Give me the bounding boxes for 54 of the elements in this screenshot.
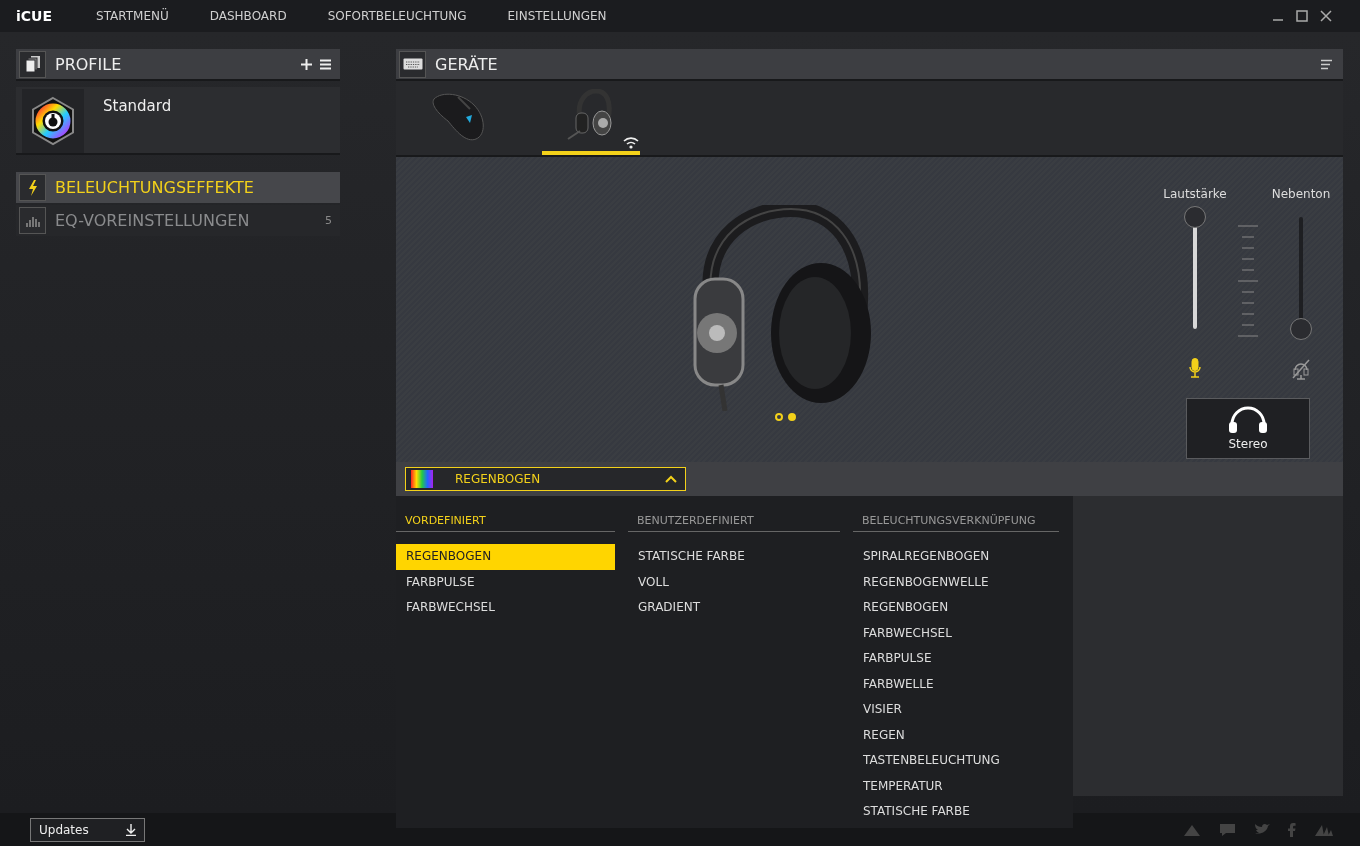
menu-item[interactable]: FARBPULSE [396,569,615,595]
menu-item[interactable]: STATISCHE FARBE [628,544,840,570]
lightning-icon [27,179,38,196]
nav-link[interactable]: STARTMENÜ [96,9,169,23]
caret-icon [665,475,677,483]
nav-link[interactable]: SOFORTBELEUCHTUNG [327,9,467,23]
section-tab[interactable]: BELEUCHTUNGSEFFEKTE [16,172,340,203]
keyboard-icon [399,50,426,78]
menu-item[interactable]: REGEN [853,722,1059,748]
add-icon[interactable] [300,57,313,71]
carousel-dot[interactable] [788,413,796,421]
slider-thumb[interactable] [1184,206,1206,228]
profile-card[interactable]: Standard [16,87,340,155]
close-icon[interactable] [1320,10,1332,22]
updates-button[interactable]: Updates [30,817,145,842]
menu-item[interactable]: FARBWECHSEL [396,595,615,621]
menu-item[interactable]: VISIER [853,697,1059,723]
profiles-title: PROFILE [55,54,123,74]
menu-item[interactable]: REGENBOGENWELLE [853,569,1059,595]
slider-thumb[interactable] [1290,318,1312,340]
menu-item[interactable]: REGENBOGEN [853,595,1059,621]
carousel-dot[interactable] [775,413,783,421]
menu-item[interactable]: REGENBOGEN [396,544,615,570]
menu-item[interactable]: FARBWECHSEL [853,620,1059,646]
slider-label: Nebenton [1271,187,1331,201]
menu-item[interactable]: STATISCHE FARBE [853,799,1059,825]
app-logo: iCUE [16,8,52,24]
menu-group-title: BELEUCHTUNGSVERKNÜPFUNG [853,510,1059,532]
menu-icon[interactable] [319,57,332,71]
menu-icon[interactable] [1320,58,1333,70]
devices-title: GERÄTE [435,54,499,74]
profiles-icon [19,50,46,78]
slider-label: Lautstärke [1163,187,1227,201]
menu-item[interactable]: TEMPERATUR [853,773,1059,799]
menu-item[interactable]: FARBPULSE [853,646,1059,672]
profile-name: Standard [103,97,172,117]
menu-item[interactable]: SPIRALREGENBOGEN [853,544,1059,570]
stereo-button[interactable]: Stereo [1186,398,1310,459]
headphones-icon [1226,406,1270,434]
equalizer-icon [25,214,40,227]
effect-dropdown[interactable]: REGENBOGEN [405,467,686,491]
profile-logo-icon [30,96,76,146]
menu-group-title: VORDEFINIERT [396,510,615,532]
menu-item[interactable]: VOLL [628,569,840,595]
menu-item[interactable]: TASTENBELEUCHTUNG [853,748,1059,774]
maximize-icon[interactable] [1296,10,1308,22]
download-icon [126,823,136,836]
preset-count: 5 [325,214,332,227]
menu-item[interactable]: GRADIENT [628,595,840,621]
menu-group-title: BENUTZERDEFINIERT [628,510,840,532]
menu-item[interactable]: FARBWELLE [853,671,1059,697]
nav-link[interactable]: EINSTELLUNGEN [507,9,607,23]
nav-link[interactable]: DASHBOARD [209,9,287,23]
rainbow-swatch-icon [411,470,433,488]
